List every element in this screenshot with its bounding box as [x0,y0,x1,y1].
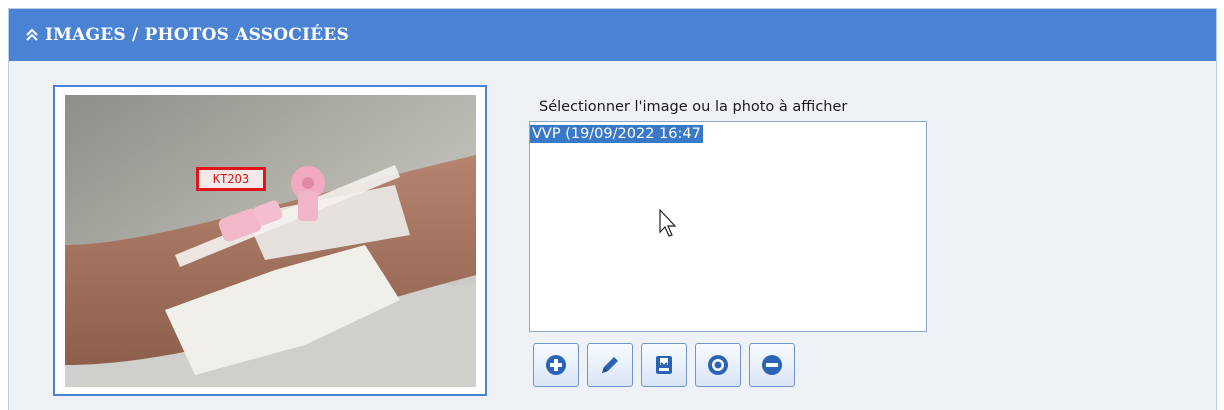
target-image-button[interactable] [695,343,741,387]
section-title: IMAGES / PHOTOS ASSOCIÉES [45,25,349,45]
list-item[interactable]: VVP (19/09/2022 16:47 [530,125,703,143]
image-listbox[interactable]: VVP (19/09/2022 16:47 [529,121,927,332]
download-image-button[interactable] [641,343,687,387]
photo-preview-frame: KT2O3 [53,85,487,396]
chevron-double-up-icon[interactable] [25,28,39,42]
download-tray-icon [656,356,672,374]
remove-image-button[interactable] [749,343,795,387]
photo-label-tag: KT2O3 [196,167,266,191]
add-circle-icon [546,355,566,375]
image-toolbar [533,343,795,387]
image-select-label: Sélectionner l'image ou la photo à affic… [539,99,848,115]
associated-photo: KT2O3 [65,95,476,387]
images-photos-panel: IMAGES / PHOTOS ASSOCIÉES KT2O3 Sélectio… [8,8,1217,410]
add-image-button[interactable] [533,343,579,387]
edit-image-button[interactable] [587,343,633,387]
section-header[interactable]: IMAGES / PHOTOS ASSOCIÉES [9,9,1216,61]
pencil-icon [602,357,618,373]
remove-circle-icon [762,355,782,375]
mouse-pointer-icon [659,209,677,237]
target-icon [708,355,728,375]
